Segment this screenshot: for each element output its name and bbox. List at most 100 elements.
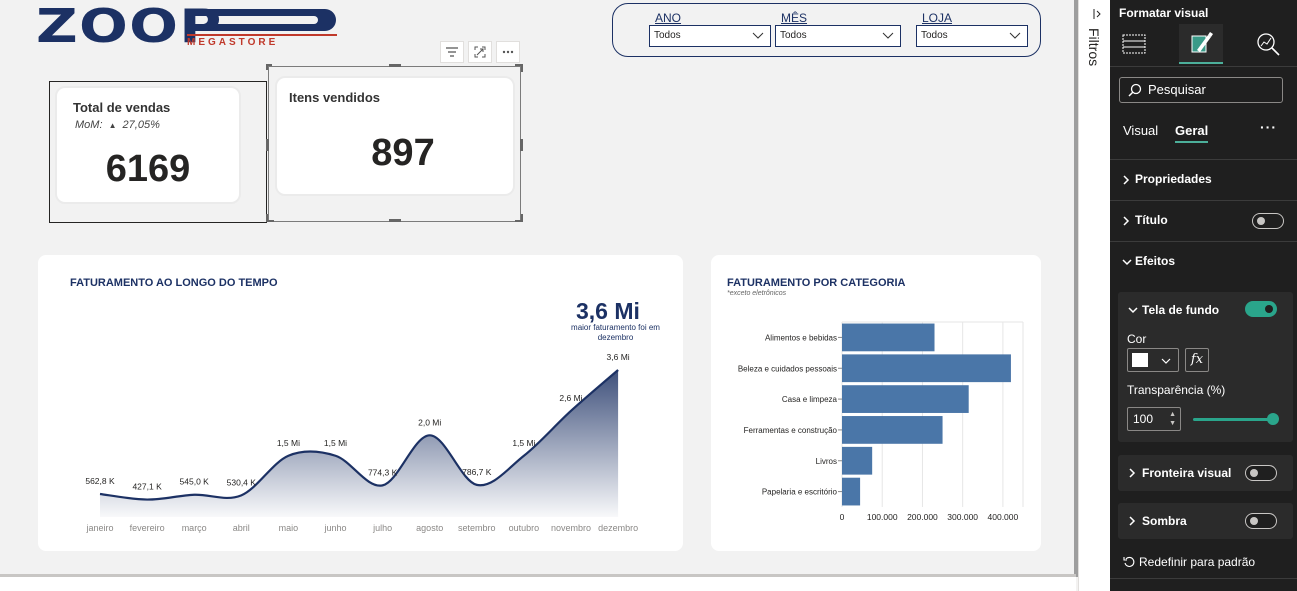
transparencia-slider-thumb[interactable] — [1267, 413, 1279, 425]
x-tick-label: dezembro — [598, 523, 638, 533]
line-chart-card[interactable]: FATURAMENTO AO LONGO DO TEMPO 3,6 Mi mai… — [38, 255, 683, 551]
y-tick-label: Casa e limpeza — [782, 395, 838, 404]
x-tick-label: 100.000 — [867, 512, 898, 522]
kpi-itens-vendidos-title: Itens vendidos — [289, 90, 381, 105]
sombra-toggle[interactable] — [1245, 513, 1277, 529]
section-efeitos-label: Efeitos — [1135, 254, 1176, 268]
chevron-down-icon — [1161, 358, 1171, 364]
transparencia-slider[interactable] — [1193, 418, 1273, 421]
x-tick-label: outubro — [509, 523, 540, 533]
spinner-icon[interactable]: ▲ ▼ — [1169, 410, 1176, 428]
bar-chart-svg: 0 100.000 200.000 300.000 400.000 Alimentos e… — [738, 321, 1024, 522]
data-label: 2,0 Mi — [418, 417, 441, 427]
transparencia-input[interactable]: 100 ▲ ▼ — [1127, 407, 1181, 431]
chevron-right-icon — [1129, 516, 1136, 526]
resize-handle[interactable] — [389, 219, 401, 222]
resize-handle[interactable] — [521, 214, 523, 222]
report-canvas: ZOOP MEGASTORE ANO Todos MÊS Todos LOJA … — [0, 0, 1076, 574]
reset-icon[interactable] — [1123, 556, 1135, 568]
format-visual-tab[interactable] — [1179, 24, 1223, 64]
fronteira-visual-toggle[interactable] — [1245, 465, 1277, 481]
y-tick-label: Livros — [816, 457, 837, 466]
chevron-down-icon — [752, 32, 764, 39]
chevron-down-icon — [1009, 32, 1021, 39]
slicer-ano-dropdown[interactable]: Todos — [649, 25, 771, 47]
resize-handle[interactable] — [266, 139, 269, 151]
search-icon — [1128, 83, 1142, 97]
x-tick-label: novembro — [551, 523, 591, 533]
data-label: 1,5 Mi — [512, 438, 535, 448]
subtab-geral[interactable]: Geral — [1175, 123, 1209, 143]
x-tick-label: julho — [372, 523, 392, 533]
divider — [1110, 578, 1297, 591]
reset-to-default-button[interactable]: Redefinir para padrão — [1139, 555, 1255, 569]
area-fill — [100, 370, 619, 517]
chevron-down-icon[interactable] — [1128, 306, 1138, 314]
resize-handle[interactable] — [266, 64, 268, 70]
slicer-mes-dropdown[interactable]: Todos — [775, 25, 901, 47]
resize-handle[interactable] — [521, 64, 523, 72]
tela-de-fundo-label[interactable]: Tela de fundo — [1142, 303, 1219, 317]
slicer-loja-dropdown[interactable]: Todos — [916, 25, 1028, 47]
format-search-input[interactable]: Pesquisar — [1119, 77, 1283, 103]
section-efeitos[interactable]: Efeitos — [1110, 241, 1297, 281]
data-label: 1,5 Mi — [277, 438, 300, 448]
build-visual-icon — [1122, 34, 1146, 54]
x-tick-label: 200.000 — [907, 512, 938, 522]
x-tick-label: setembro — [458, 523, 496, 533]
kpi-total-vendas-card[interactable]: Total de vendas MoM: ▲ 27,05% 6169 — [55, 86, 241, 204]
focus-mode-icon[interactable] — [468, 41, 492, 63]
slicer-loja: LOJA Todos — [916, 12, 1028, 47]
format-pane: Formatar visual Pesquisar Visual Geral ·… — [1110, 0, 1297, 591]
more-options-button[interactable]: ··· — [1260, 119, 1277, 135]
resize-handle[interactable] — [266, 214, 268, 222]
subtab-visual[interactable]: Visual — [1123, 123, 1158, 138]
format-search-placeholder: Pesquisar — [1148, 82, 1206, 97]
y-tick-label: Alimentos e bebidas — [765, 333, 837, 342]
card-sombra[interactable]: Sombra — [1118, 503, 1293, 539]
build-visual-tab[interactable] — [1112, 24, 1156, 64]
sombra-label: Sombra — [1142, 514, 1187, 528]
slicer-ano: ANO Todos — [649, 12, 771, 47]
resize-handle[interactable] — [389, 64, 401, 67]
filters-pane-collapsed[interactable] — [1078, 0, 1110, 591]
slicer-mes-value: Todos — [780, 30, 807, 41]
card-fronteira-visual[interactable]: Fronteira visual — [1118, 455, 1293, 491]
bar[interactable] — [842, 446, 873, 475]
bar-chart-card[interactable]: FATURAMENTO POR CATEGORIA *exceto eletrô… — [711, 255, 1041, 551]
canvas-bottom-edge — [0, 574, 1076, 591]
filters-pane-label[interactable]: Filtros — [1086, 28, 1102, 66]
bar[interactable] — [842, 354, 1011, 383]
data-label: 3,6 Mi — [607, 352, 630, 362]
x-tick-label: 400.000 — [988, 512, 1019, 522]
titulo-toggle[interactable] — [1252, 213, 1284, 229]
data-label: 1,5 Mi — [324, 438, 347, 448]
chevron-right-icon — [1123, 216, 1130, 226]
kpi-total-vendas-mom: MoM: ▲ 27,05% — [75, 119, 160, 131]
color-picker[interactable] — [1127, 348, 1179, 372]
section-propriedades[interactable]: Propriedades — [1110, 159, 1297, 199]
data-label: 427,1 K — [132, 482, 162, 492]
bar[interactable] — [842, 477, 861, 506]
kpi-itens-vendidos-card[interactable]: Itens vendidos 897 — [275, 76, 515, 196]
slicer-ano-label: ANO — [655, 11, 682, 25]
transparencia-label: Transparência (%) — [1127, 383, 1226, 397]
bar[interactable] — [842, 416, 943, 444]
section-titulo[interactable]: Título — [1110, 200, 1297, 240]
fx-button[interactable]: fx — [1185, 348, 1209, 372]
tela-de-fundo-toggle[interactable] — [1245, 301, 1277, 317]
line-chart-svg: 562,8 K janeiro 427,1 K fevereiro 545,0 K mar… — [85, 352, 638, 533]
analytics-tab[interactable] — [1246, 24, 1290, 64]
bar[interactable] — [842, 323, 935, 352]
x-tick-label: março — [182, 523, 207, 533]
triangle-up-icon: ▲ — [108, 121, 117, 130]
collapse-filters-icon[interactable] — [1092, 8, 1102, 20]
filter-icon[interactable] — [440, 41, 464, 63]
analytics-icon — [1257, 33, 1280, 56]
card-tela-de-fundo: Tela de fundo Cor fx Transparência (%) 1… — [1118, 292, 1293, 442]
bar[interactable] — [842, 385, 969, 413]
more-options-icon[interactable] — [496, 41, 520, 63]
x-tick-label: 300.000 — [947, 512, 978, 522]
data-label: 774,3 K — [368, 467, 398, 477]
x-tick-label: fevereiro — [130, 523, 165, 533]
